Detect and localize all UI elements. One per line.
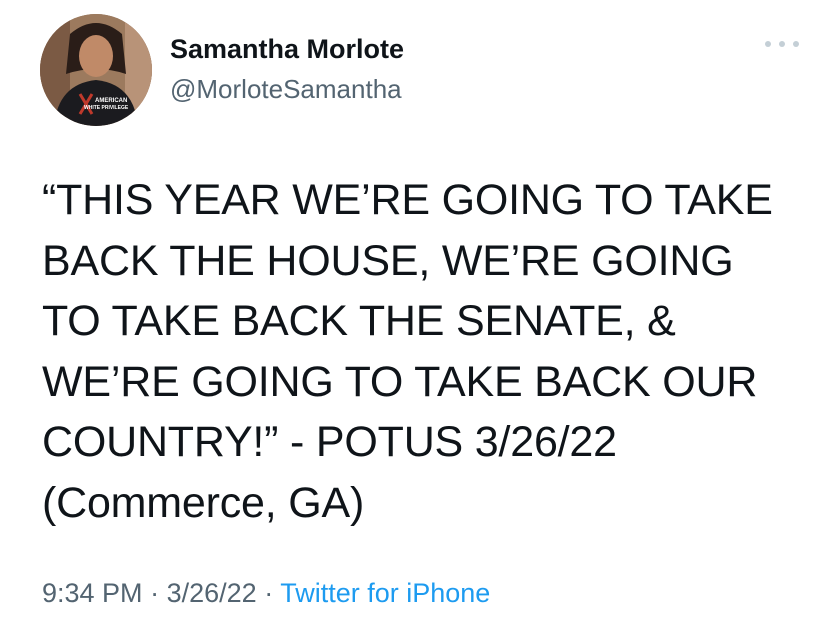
tweet-source-link[interactable]: Twitter for iPhone: [280, 578, 490, 608]
avatar-photo: AMERICAN WHITE PRIVILEGE: [40, 14, 152, 126]
dot-icon: [793, 41, 799, 47]
meta-separator: ·: [264, 578, 274, 608]
tweet-text-line: (Commerce, GA): [42, 478, 365, 527]
tweet-text-line: TO TAKE BACK THE SENATE, &: [42, 297, 676, 345]
author-handle[interactable]: @MorloteSamantha: [170, 74, 402, 105]
avatar-shirt-text-1: AMERICAN: [95, 98, 127, 104]
tweet-meta: 9:34 PM · 3/26/22 · Twitter for iPhone: [42, 578, 490, 609]
tweet-text-line: COUNTRY!” - POTUS 3/26/22: [42, 418, 617, 466]
tweet-time[interactable]: 9:34 PM: [42, 578, 143, 608]
tweet-text-line: “THIS YEAR WE’RE GOING TO TAKE: [42, 176, 773, 224]
tweet-text-line: BACK THE HOUSE, WE’RE GOING: [42, 236, 734, 285]
tweet: AMERICAN WHITE PRIVILEGE Samantha Morlot…: [0, 0, 840, 617]
author-display-name[interactable]: Samantha Morlote: [170, 34, 404, 65]
meta-separator: ·: [150, 578, 160, 608]
tweet-text: “THIS YEAR WE’RE GOING TO TAKE BACK THE …: [42, 170, 822, 533]
dot-icon: [765, 41, 771, 47]
avatar[interactable]: AMERICAN WHITE PRIVILEGE: [40, 14, 152, 126]
more-horizontal-icon[interactable]: [765, 34, 799, 54]
avatar-shirt-text-2: WHITE PRIVILEGE: [84, 105, 129, 111]
dot-icon: [779, 41, 785, 47]
tweet-text-line: WE’RE GOING TO TAKE BACK OUR: [42, 357, 758, 406]
tweet-date[interactable]: 3/26/22: [167, 578, 257, 608]
